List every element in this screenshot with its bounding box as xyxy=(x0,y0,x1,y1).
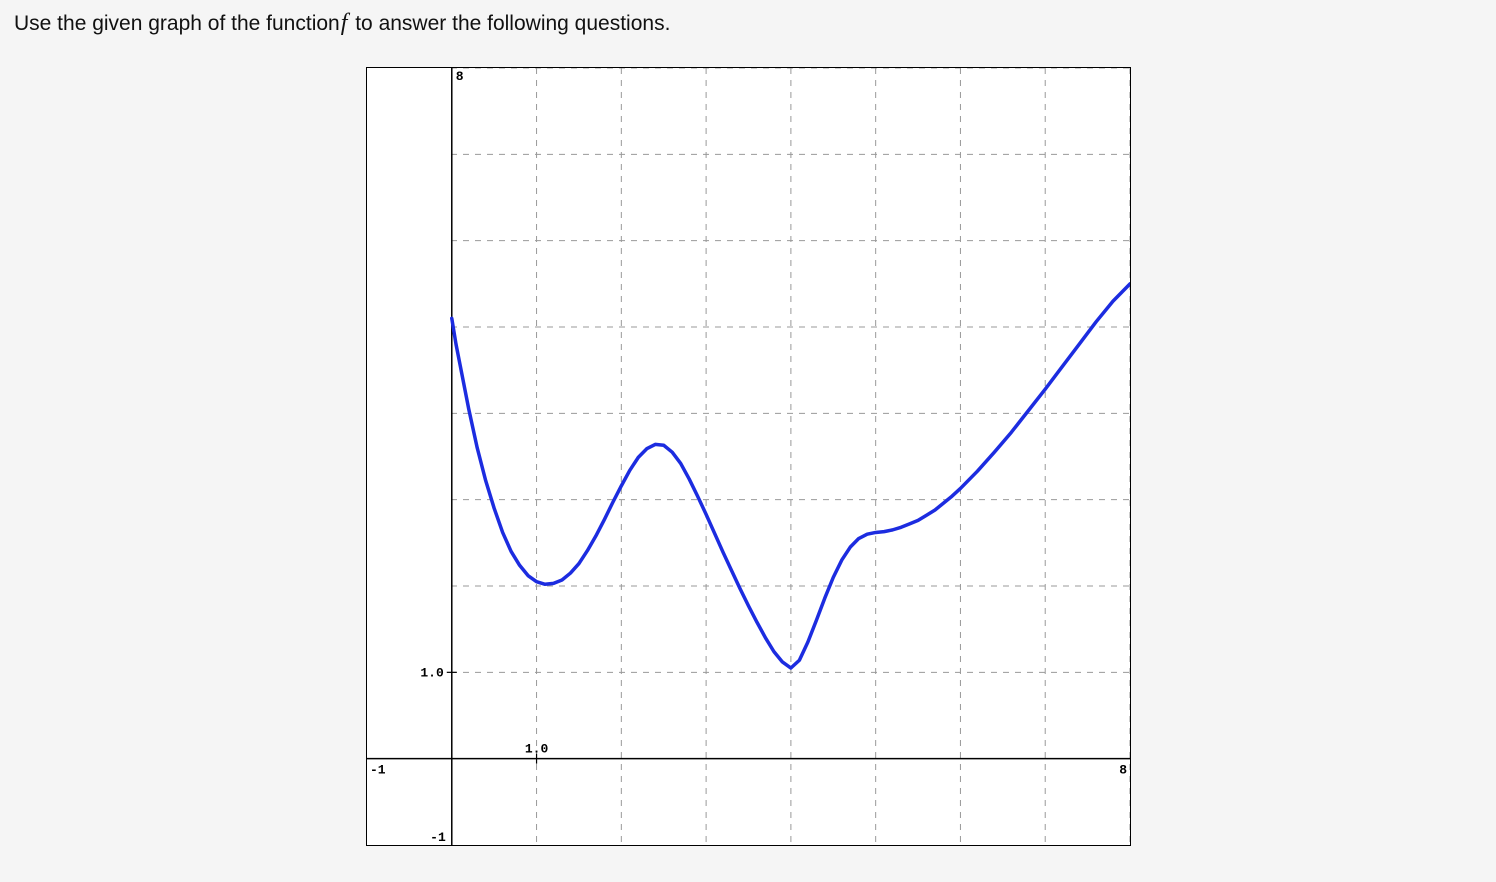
prompt-variable: f xyxy=(340,10,350,36)
question-prompt: Use the given graph of the functionf to … xyxy=(14,10,1482,37)
svg-text:1.0: 1.0 xyxy=(524,742,548,757)
svg-text:-1: -1 xyxy=(430,830,446,845)
prompt-post: to answer the following questions. xyxy=(349,12,670,35)
svg-text:1.0: 1.0 xyxy=(420,665,444,680)
svg-text:8: 8 xyxy=(1119,763,1127,778)
prompt-pre: Use the given graph of the function xyxy=(14,12,340,35)
svg-text:-1: -1 xyxy=(370,763,386,778)
svg-text:8: 8 xyxy=(455,69,463,84)
function-graph: 8 1.0 -1 -1 1.0 8 xyxy=(366,67,1131,846)
